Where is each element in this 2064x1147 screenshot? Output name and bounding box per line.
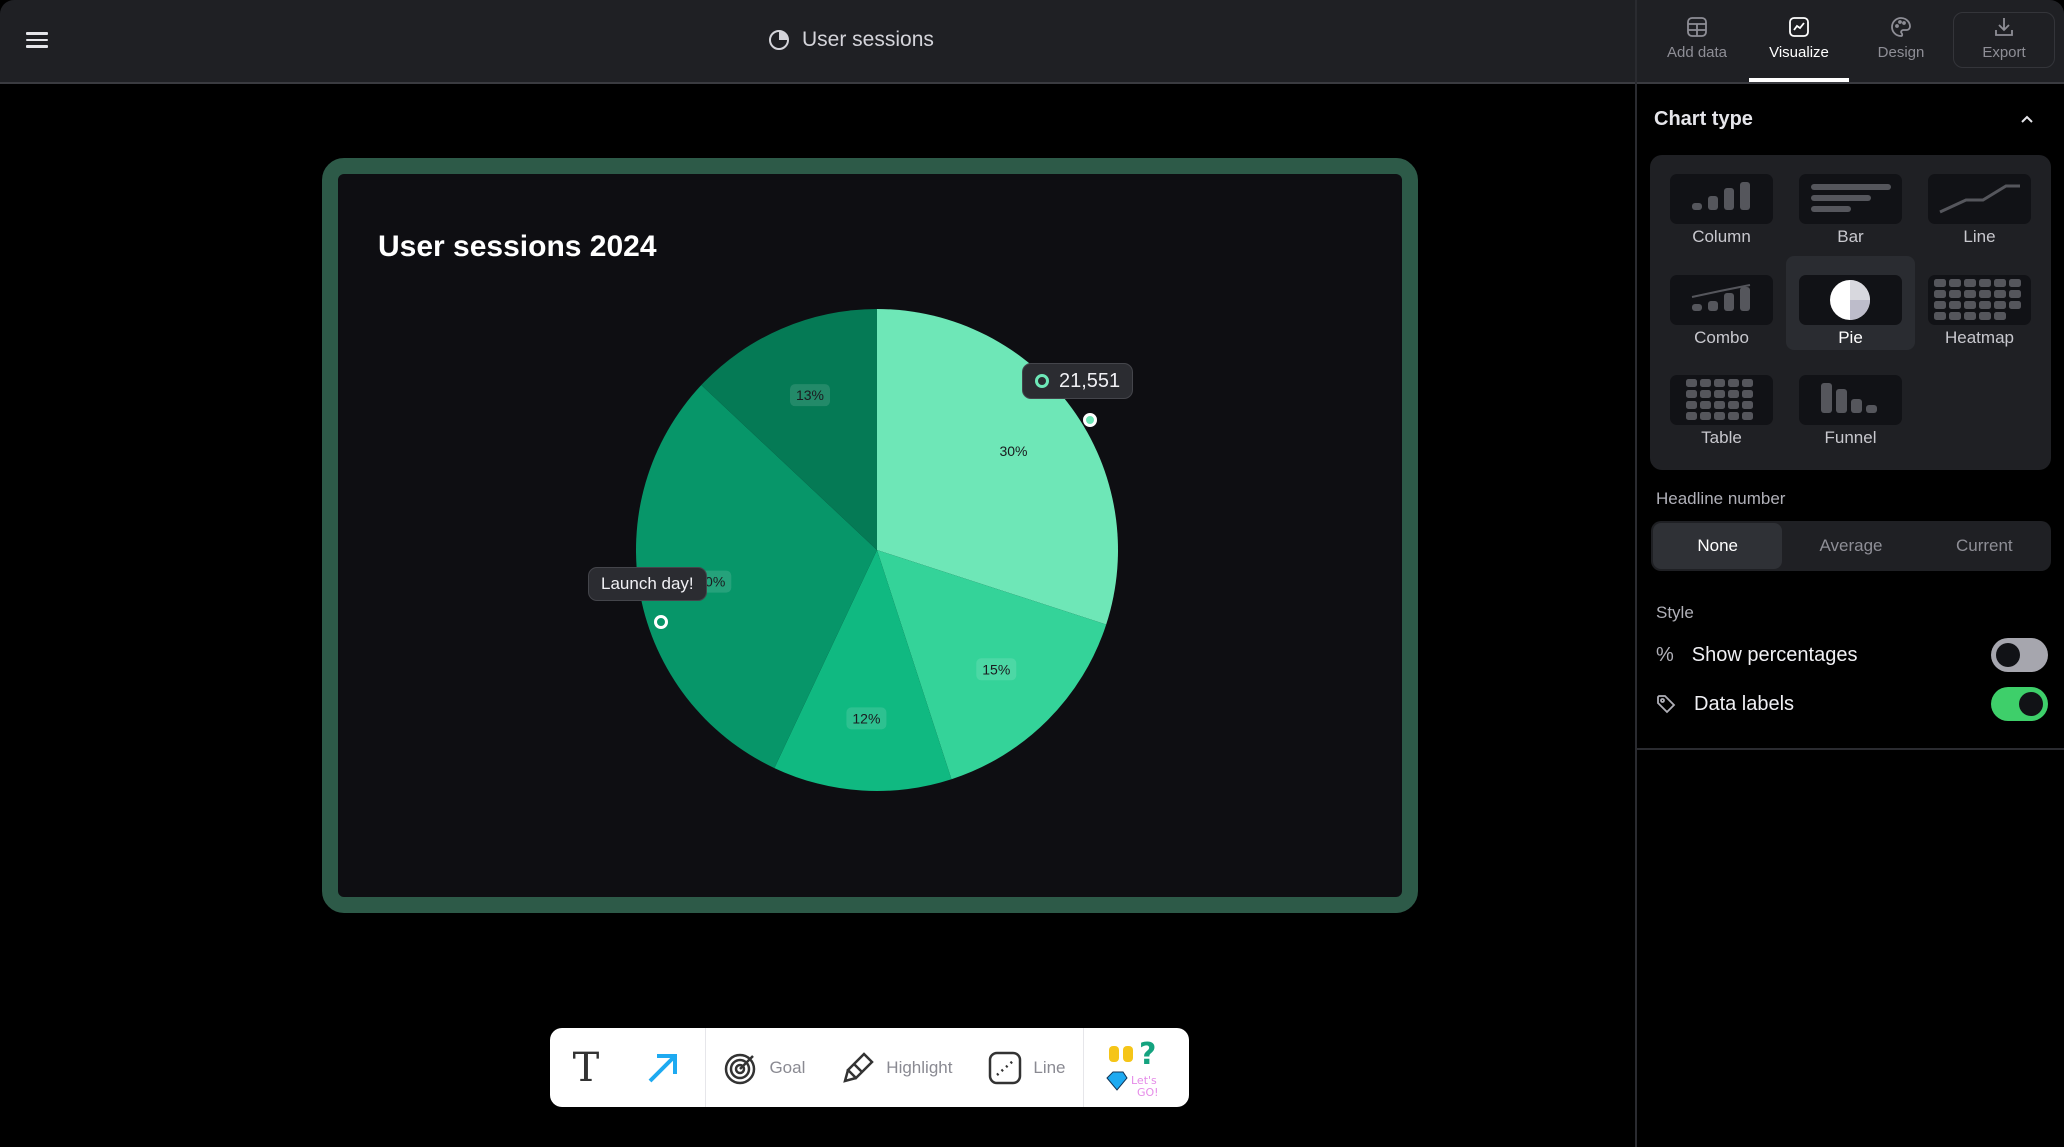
pie-chart-icon <box>1799 275 1902 325</box>
headline-number-selector: None Average Current <box>1651 521 2051 571</box>
chart-type-label: Funnel <box>1824 428 1877 447</box>
tab-design[interactable]: Design <box>1851 16 1951 61</box>
style-label: Style <box>1656 603 1694 622</box>
chevron-up-icon[interactable] <box>2019 112 2035 128</box>
goal-label: Goal <box>769 1057 806 1077</box>
palette-icon <box>1891 17 1911 37</box>
series-dot-icon <box>1035 374 1049 388</box>
chart-type-label: Bar <box>1837 227 1864 246</box>
funnel-chart-icon <box>1799 375 1902 425</box>
bar-chart-icon <box>1799 174 1902 224</box>
tag-icon <box>1657 695 1676 714</box>
tab-export[interactable]: Export <box>1954 16 2054 61</box>
table-icon <box>1687 17 1707 37</box>
chart-type-heading: Chart type <box>1654 108 1753 130</box>
chart-type-bar[interactable]: Bar <box>1786 155 1915 249</box>
tab-label: Add data <box>1666 44 1728 61</box>
tab-add-data[interactable]: Add data <box>1647 16 1747 61</box>
chart-type-label: Line <box>1963 227 1996 246</box>
lets-go-sticker-icon: ?Let'sGO! <box>1105 1037 1159 1099</box>
chart-type-label: Heatmap <box>1945 328 2014 347</box>
chart-type-table[interactable]: Table <box>1657 356 1786 450</box>
arrow-tool-icon[interactable] <box>644 1049 682 1087</box>
show-percentages-row: % Show percentages <box>1656 637 2048 673</box>
tab-visualize[interactable]: Visualize <box>1749 16 1849 61</box>
download-icon <box>1995 18 2013 36</box>
divider <box>1637 748 2064 750</box>
data-labels-label: Data labels <box>1694 692 1795 715</box>
annotation-toolbar: T Goal Highlight Line ? Let's GO! <box>550 1028 1189 1107</box>
value-tooltip[interactable]: 21,551 <box>1022 363 1134 399</box>
data-labels-row: Data labels <box>1656 686 2048 722</box>
dotted-line-icon <box>989 1051 1022 1084</box>
chart-type-column[interactable]: Column <box>1657 155 1786 249</box>
combo-chart-icon <box>1670 275 1773 325</box>
table-chart-icon <box>1670 375 1773 425</box>
chart-type-label: Column <box>1692 227 1751 246</box>
top-bar: User sessions <box>0 0 1635 84</box>
line-label: Line <box>1033 1057 1066 1077</box>
line-tool[interactable]: Line <box>987 1050 1066 1086</box>
data-label: 13% <box>796 387 824 403</box>
headline-number-label: Headline number <box>1656 489 1786 508</box>
settings-panel: Add data Visualize Design Export Chart t… <box>1635 0 2064 1147</box>
show-percentages-label: Show percentages <box>1691 643 1858 666</box>
annotation-launch-day[interactable]: Launch day! <box>588 567 707 601</box>
chart-type-line[interactable]: Line <box>1915 155 2044 249</box>
show-percentages-toggle[interactable] <box>1991 638 2048 672</box>
active-tab-indicator <box>1749 78 1849 82</box>
chart-type-label: Table <box>1701 428 1742 447</box>
data-label: 15% <box>982 661 1010 677</box>
chart-type-label: Pie <box>1838 328 1863 347</box>
hamburger-menu-icon[interactable] <box>26 32 48 50</box>
document-title-text: User sessions <box>802 28 934 51</box>
column-chart-icon <box>1670 174 1773 224</box>
highlighter-icon <box>843 1051 875 1083</box>
percent-icon: % <box>1656 643 1674 666</box>
chart-type-heatmap[interactable]: Heatmap <box>1915 256 2044 350</box>
highlight-label: Highlight <box>886 1057 953 1077</box>
pie-chart-icon <box>769 30 789 50</box>
tooltip-value: 21,551 <box>1059 369 1121 392</box>
tab-label: Export <box>1982 44 2026 61</box>
chart-icon <box>1789 17 1809 37</box>
data-labels-toggle[interactable] <box>1991 687 2048 721</box>
headline-option-current[interactable]: Current <box>1920 523 2049 569</box>
chart-type-pie[interactable]: Pie <box>1786 256 1915 350</box>
line-chart-icon <box>1928 174 2031 224</box>
pie-chart: 30%15%12%30%13% <box>636 309 1118 792</box>
tab-label: Visualize <box>1769 44 1829 61</box>
highlight-tool[interactable]: Highlight <box>840 1050 952 1086</box>
document-title[interactable]: User sessions <box>768 28 934 52</box>
svg-text:?: ? <box>1139 1037 1156 1072</box>
data-label: 12% <box>852 710 880 726</box>
goal-tool[interactable]: Goal <box>723 1050 805 1086</box>
chart-type-funnel[interactable]: Funnel <box>1786 356 1915 450</box>
target-icon <box>725 1053 756 1084</box>
svg-text:GO!: GO! <box>1137 1086 1159 1099</box>
tooltip-point[interactable] <box>1083 413 1097 427</box>
panel-tabs: Add data Visualize Design Export <box>1637 0 2064 84</box>
headline-option-average[interactable]: Average <box>1786 523 1915 569</box>
chart-type-label: Combo <box>1694 328 1749 347</box>
text-tool-icon[interactable]: T <box>573 1045 600 1091</box>
heatmap-chart-icon <box>1928 275 2031 325</box>
chart-type-grid: Column Bar Line Combo Pie Heatmap Table … <box>1650 155 2051 470</box>
tab-label: Design <box>1877 44 1925 61</box>
headline-option-none[interactable]: None <box>1653 523 1783 569</box>
chart-type-combo[interactable]: Combo <box>1657 256 1786 350</box>
sticker-button[interactable]: ? Let's GO! <box>1084 1034 1189 1102</box>
data-label: 30% <box>999 443 1027 459</box>
annotation-point[interactable] <box>654 615 668 629</box>
annotation-text: Launch day! <box>601 574 694 593</box>
chart-card[interactable]: User sessions 2024 30% 15% 12% 30% 13% 21,55… <box>322 158 1418 913</box>
